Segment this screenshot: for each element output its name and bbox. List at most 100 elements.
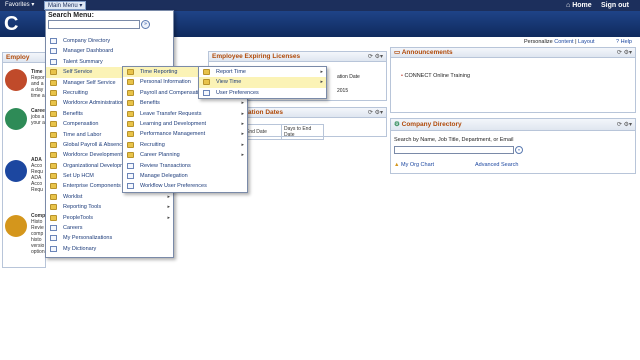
expiration-table: End Date Days to End Date — [243, 124, 324, 140]
tile-text: Requ — [31, 187, 43, 193]
page-icon — [50, 225, 57, 232]
folder-icon — [50, 204, 57, 211]
folder-icon — [50, 162, 57, 169]
help-link[interactable]: ? Help — [616, 39, 632, 45]
pagelet-controls[interactable]: ⟳ ⚙▾ — [368, 52, 383, 62]
directory-search-label: Search by Name, Job Title, Department, o… — [394, 137, 514, 143]
pagelet-controls[interactable]: ⟳ ⚙▾ — [368, 108, 383, 118]
careers-icon — [5, 108, 27, 130]
home-link[interactable]: ⌂ Home — [566, 0, 592, 11]
chevron-right-icon: ▸ — [241, 100, 244, 107]
expiring-cell: 2015 — [337, 88, 349, 94]
menu-item-label: Company Directory — [63, 38, 111, 44]
collapse-icon[interactable]: ▭ — [394, 49, 400, 56]
menu-item-manager-dashboard[interactable]: Manager Dashboard — [46, 46, 173, 56]
menu-item-label: Careers — [63, 225, 83, 232]
folder-icon — [50, 173, 57, 180]
home-icon: ⌂ — [566, 2, 571, 9]
directory-search-button[interactable]: » — [515, 146, 523, 154]
menu-item-label: Manage Delegation — [140, 172, 188, 179]
column-header: Days to End Date — [281, 124, 324, 140]
main-menu-button[interactable]: Main Menu ▾ — [44, 1, 87, 10]
help-label: Help — [620, 39, 632, 45]
folder-icon — [50, 131, 57, 138]
menu-item-my-dictionary[interactable]: My Dictionary — [46, 244, 173, 254]
submenu-item-learning-and-development[interactable]: Learning and Development ▸ — [123, 119, 247, 129]
pagelet-controls[interactable]: ⟳ ⚙▾ — [617, 119, 632, 131]
tile-ada-text: Acco Requ ADA Acco Requ — [31, 163, 43, 193]
menu-item-label: Compensation — [63, 121, 99, 128]
page-icon — [127, 172, 134, 179]
menu-item-my-personalizations[interactable]: My Personalizations — [46, 233, 173, 243]
logo: C — [4, 13, 19, 35]
menu-item-company-directory[interactable]: Company Directory — [46, 36, 173, 46]
folder-icon — [50, 121, 57, 128]
submenu-item-review-transactions[interactable]: Review Transactions — [123, 161, 247, 171]
tile-time-text: Repor and a a day time a — [31, 75, 45, 99]
favorites-label: Favorites — [5, 2, 30, 8]
org-chart-label: My Org Chart — [400, 162, 434, 168]
advanced-search-link[interactable]: Advanced Search — [475, 162, 518, 168]
directory-icon: ⚙ — [394, 121, 400, 128]
menu-item-label: Workforce Development — [63, 152, 122, 159]
expiring-licenses-title: Employee Expiring Licenses — [212, 53, 301, 60]
folder-icon — [50, 79, 57, 86]
directory-search-input[interactable] — [394, 146, 514, 154]
menu-item-reporting-tools[interactable]: Reporting Tools ▸ — [46, 202, 173, 212]
personalize-layout-link[interactable]: Layout — [578, 39, 595, 45]
favorites-menu[interactable]: Favorites ▾ — [2, 1, 37, 10]
menu-item-label: Report Time — [216, 69, 246, 75]
submenu2-item-user-preferences[interactable]: User Preferences — [199, 88, 326, 98]
submenu2-item-report-time[interactable]: Report Time ▸ — [199, 67, 326, 77]
search-go-button[interactable]: » — [141, 20, 150, 29]
announcements-pagelet: ▭ Announcements ⟳ ⚙▾ • CONNECT Online Tr… — [390, 47, 636, 113]
tile-text: option — [31, 249, 45, 255]
submenu-item-workflow-user-preferences[interactable]: Workflow User Preferences — [123, 181, 247, 191]
expiring-column-header: ation Date — [337, 74, 360, 80]
menu-item-label: My Dictionary — [63, 245, 97, 252]
personalize-content-link[interactable]: Content — [554, 39, 573, 45]
pagelet-controls[interactable]: ⟳ ⚙▾ — [617, 48, 632, 58]
chevron-right-icon: ▸ — [241, 131, 244, 138]
submenu-item-performance-management[interactable]: Performance Management ▸ — [123, 129, 247, 139]
announcement-label: CONNECT Online Training — [404, 73, 471, 79]
menu-item-careers[interactable]: Careers — [46, 223, 173, 233]
folder-icon — [50, 89, 57, 96]
announcements-header: ▭ Announcements ⟳ ⚙▾ — [391, 48, 635, 58]
menu-item-label: Reporting Tools — [63, 204, 102, 211]
folder-icon — [127, 89, 134, 96]
main-menu-label: Main Menu — [48, 3, 78, 9]
menu-item-label: PeopleTools — [63, 214, 93, 221]
personalize-label: Personalize — [524, 39, 553, 45]
menu-item-label: Time and Labor — [63, 131, 102, 138]
submenu2-item-view-time[interactable]: View Time ▸ — [199, 77, 326, 88]
menu-item-worklist[interactable]: Worklist ▸ — [46, 192, 173, 202]
menu-item-label: Career Planning — [140, 152, 180, 159]
employee-pagelet-title: Employ — [6, 54, 30, 61]
submenu-item-leave-transfer-requests[interactable]: Leave Transfer Requests ▸ — [123, 109, 247, 119]
submenu-item-benefits[interactable]: Benefits ▸ — [123, 98, 247, 108]
folder-icon — [127, 152, 134, 159]
search-menu-input[interactable] — [48, 20, 140, 29]
company-directory-header: ⚙ Company Directory ⟳ ⚙▾ — [391, 119, 635, 131]
submenu-item-recruiting[interactable]: Recruiting ▸ — [123, 140, 247, 150]
org-chart-link[interactable]: ▲ My Org Chart — [394, 162, 434, 168]
folder-icon — [127, 141, 134, 148]
announcement-item[interactable]: • CONNECT Online Training — [401, 73, 470, 79]
folder-icon — [50, 141, 57, 148]
sign-out-link[interactable]: Sign out — [601, 0, 629, 11]
folder-icon — [127, 120, 134, 127]
folder-icon — [203, 79, 210, 86]
search-menu-label: Search Menu: — [48, 12, 94, 19]
folder-icon — [50, 100, 57, 107]
menu-item-label: Worklist — [63, 193, 83, 200]
submenu-item-manage-delegation[interactable]: Manage Delegation — [123, 171, 247, 181]
menu-item-peopletools[interactable]: PeopleTools ▸ — [46, 213, 173, 223]
menu-item-label: Self Service — [63, 69, 93, 76]
menu-item-label: Payroll and Compensation — [140, 89, 205, 96]
submenu-item-career-planning[interactable]: Career Planning ▸ — [123, 150, 247, 160]
home-label: Home — [572, 2, 592, 9]
menu-item-label: Time Reporting — [140, 69, 178, 75]
compensation-icon — [5, 215, 27, 237]
folder-icon — [203, 69, 210, 75]
